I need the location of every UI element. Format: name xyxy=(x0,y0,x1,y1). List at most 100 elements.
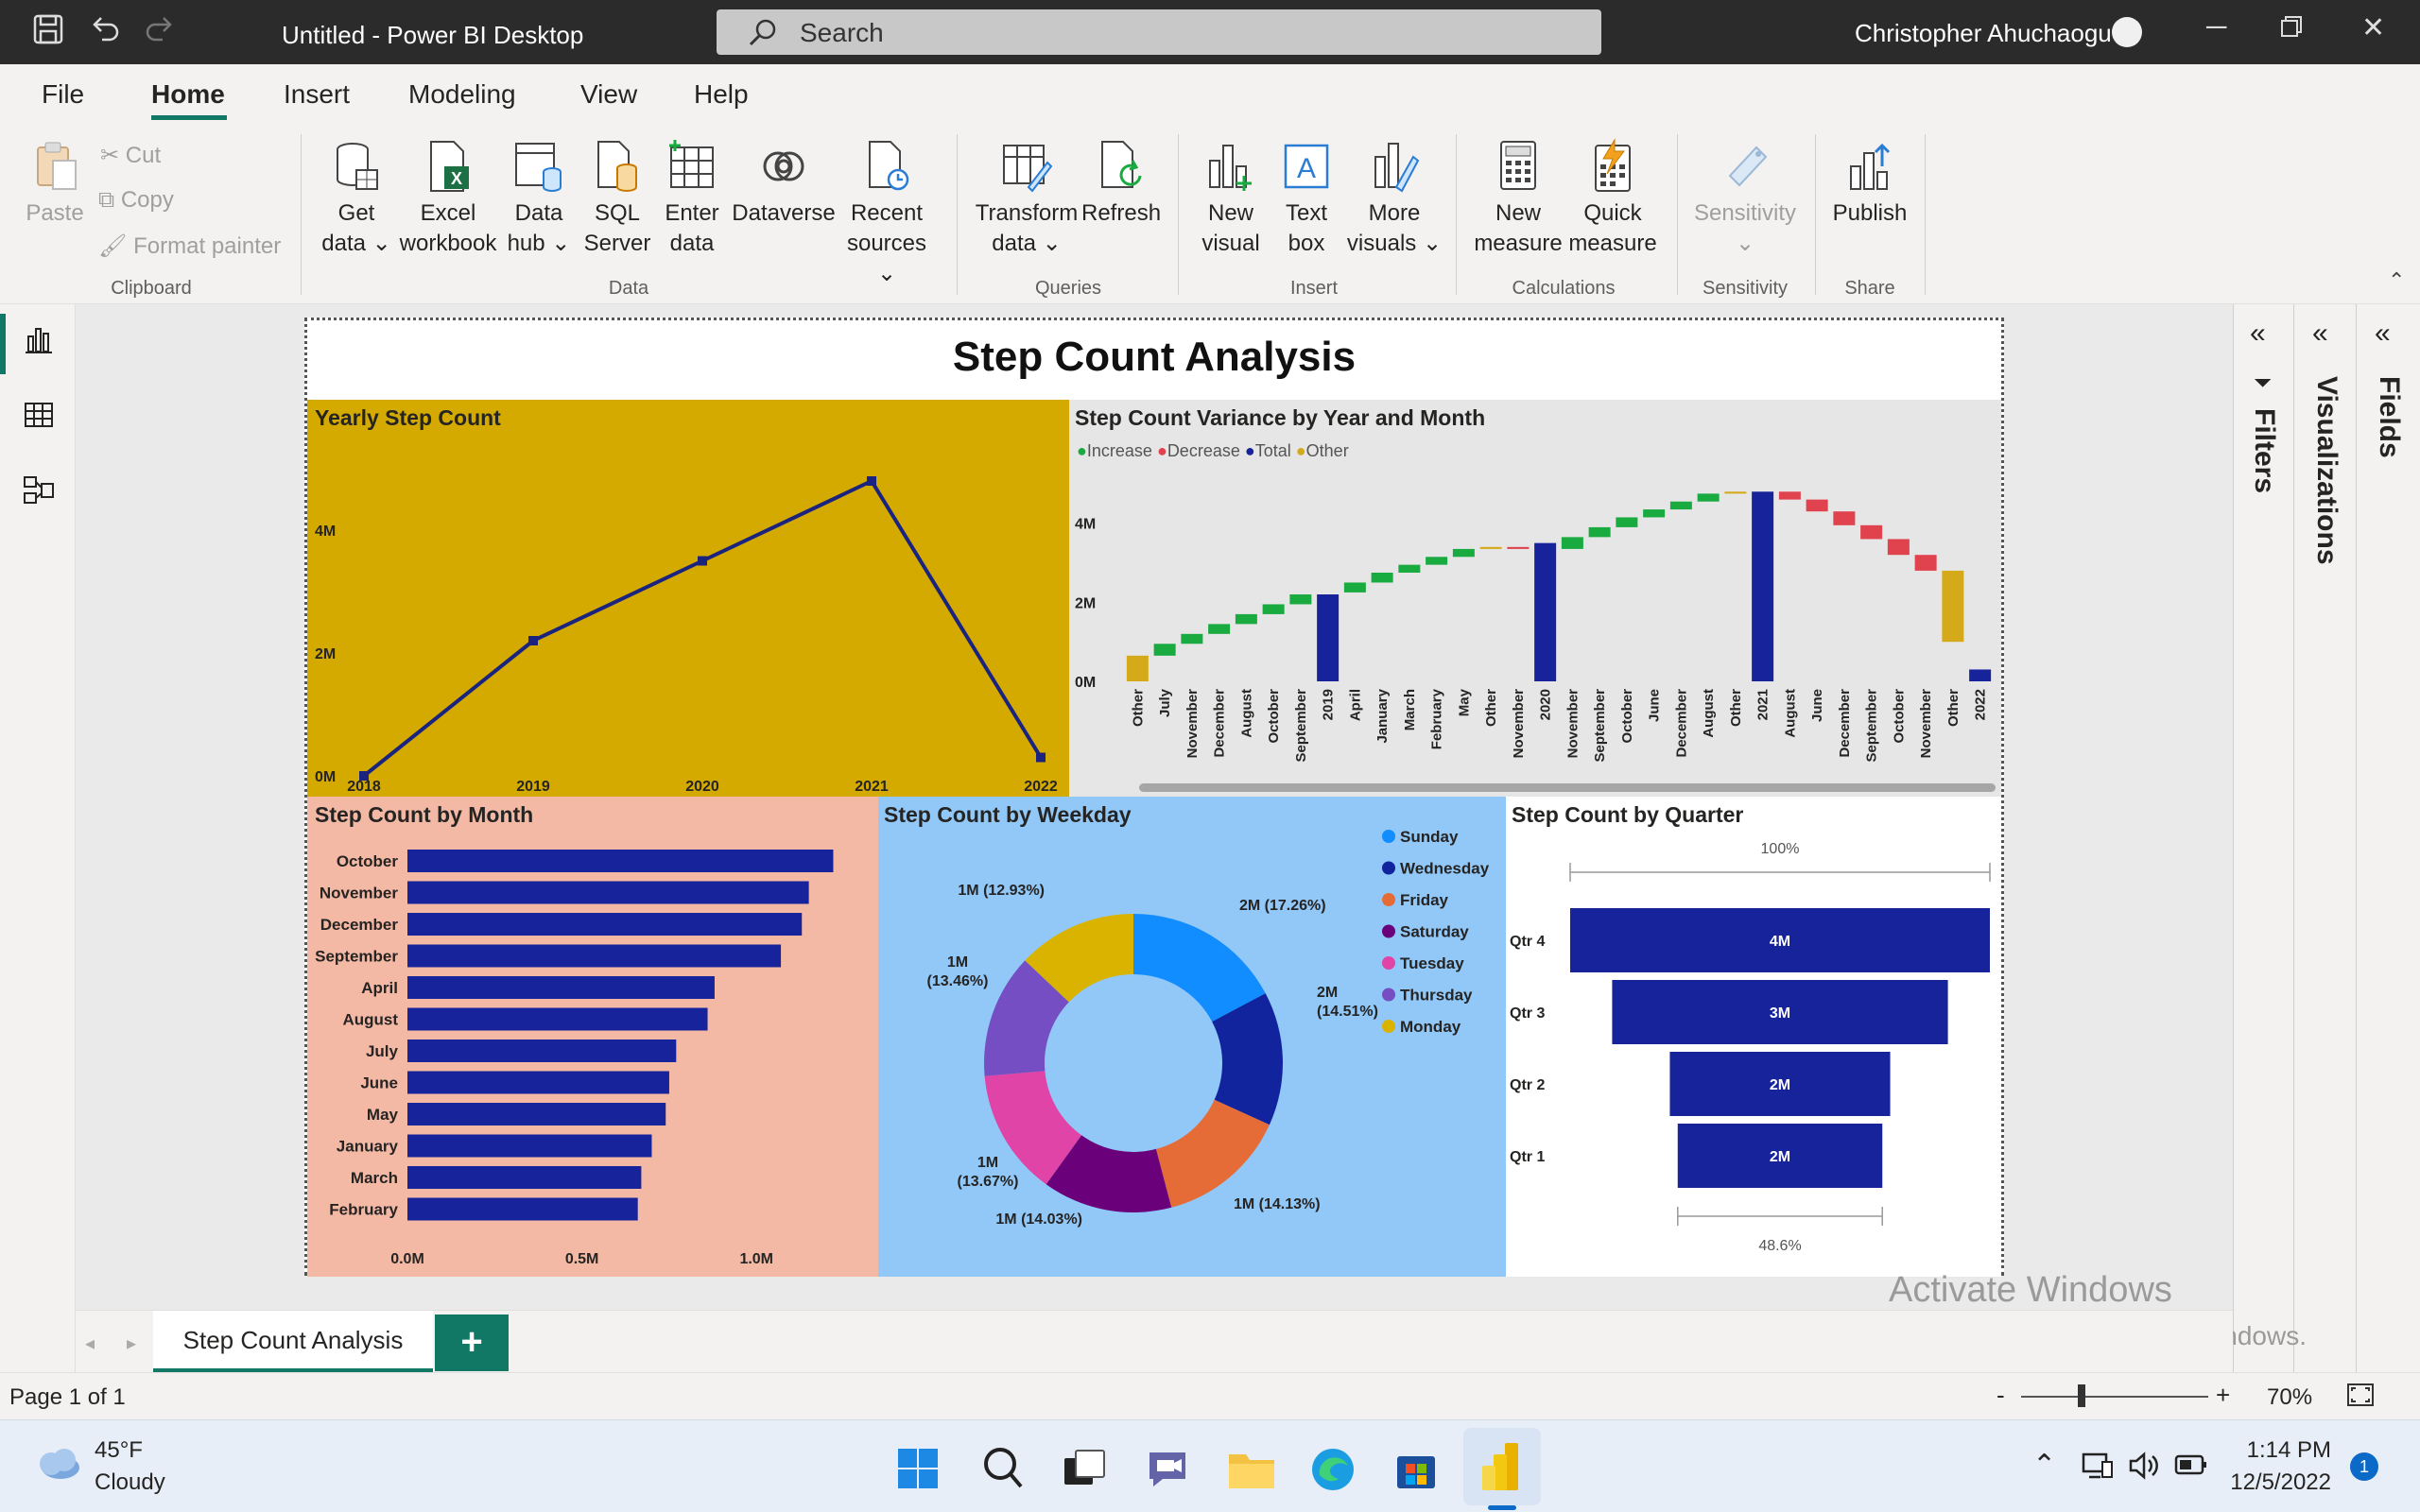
get-data-button[interactable]: Get data ⌄ xyxy=(316,138,397,259)
zoom-level[interactable]: 70% xyxy=(2267,1384,2312,1411)
avatar[interactable] xyxy=(2112,17,2142,47)
group-clipboard: Clipboard xyxy=(111,278,192,299)
y-category-label: April xyxy=(361,979,398,997)
legend-dot-icon xyxy=(1382,830,1395,843)
scroll-left-icon[interactable]: ◂ xyxy=(85,1332,95,1355)
quick-measure-label-2: measure xyxy=(1568,231,1657,256)
collapse-ribbon-icon[interactable]: ⌃ xyxy=(2388,268,2405,293)
search-box[interactable]: Search xyxy=(717,9,1601,55)
power-bi-icon[interactable] xyxy=(1480,1441,1524,1497)
zoom-in-icon[interactable]: + xyxy=(2216,1381,2230,1410)
horizontal-scrollbar[interactable] xyxy=(1139,783,1996,792)
sql-server-button[interactable]: SQL Server xyxy=(579,138,656,259)
waterfall-bar xyxy=(1833,511,1856,525)
microsoft-store-icon[interactable] xyxy=(1393,1447,1439,1497)
search-icon[interactable] xyxy=(981,1445,1025,1497)
step-count-by-weekday-visual[interactable]: Step Count by Weekday 2M (17.26%) 2M (14.5… xyxy=(878,797,1506,1277)
network-icon[interactable] xyxy=(2080,1449,2114,1487)
quick-measure-button[interactable]: Quick measure xyxy=(1567,138,1658,259)
expand-visualizations-icon[interactable]: « xyxy=(2312,318,2328,350)
waterfall-bar xyxy=(1860,524,1883,540)
refresh-button[interactable]: Refresh xyxy=(1081,138,1161,229)
cut-button[interactable]: ✂ Cut xyxy=(100,142,161,169)
publish-button[interactable]: Publish xyxy=(1824,138,1915,229)
recent-sources-button[interactable]: Recent sources ⌄ xyxy=(838,138,936,289)
transform-data-button[interactable]: Transform data ⌄ xyxy=(970,138,1083,259)
scroll-right-icon[interactable]: ▸ xyxy=(127,1332,136,1355)
page-tab-label: Step Count Analysis xyxy=(182,1326,404,1354)
x-tick-label: 2022 xyxy=(1973,689,1989,720)
zoom-slider-thumb[interactable] xyxy=(2078,1384,2085,1407)
report-view-icon[interactable] xyxy=(23,323,55,360)
copy-label: Copy xyxy=(120,187,174,213)
filters-pane-label[interactable]: Filters xyxy=(2248,408,2280,493)
undo-icon[interactable] xyxy=(89,13,121,53)
chevron-up-icon[interactable]: ⌃ xyxy=(2032,1449,2056,1482)
data-hub-label-2: hub ⌄ xyxy=(507,231,571,256)
restore-icon[interactable] xyxy=(2278,13,2305,47)
sensitivity-button[interactable]: Sensitivity ⌄ xyxy=(1686,138,1804,259)
data-hub-button[interactable]: Data hub ⌄ xyxy=(501,138,577,259)
volume-icon[interactable] xyxy=(2127,1449,2161,1487)
search-icon xyxy=(747,17,779,56)
page-tab-step-count-analysis[interactable]: Step Count Analysis xyxy=(153,1311,433,1373)
zoom-slider-track[interactable] xyxy=(2021,1396,2208,1398)
file-explorer-icon[interactable] xyxy=(1227,1449,1276,1495)
notification-badge[interactable]: 1 xyxy=(2350,1452,2378,1481)
copy-button[interactable]: ⧉ Copy xyxy=(98,187,174,214)
data-point xyxy=(867,476,876,486)
windows-start-icon[interactable] xyxy=(896,1447,940,1495)
menu-help[interactable]: Help xyxy=(694,79,749,110)
save-icon[interactable] xyxy=(32,13,64,53)
clock-date[interactable]: 12/5/2022 xyxy=(2218,1469,2331,1496)
weather-description[interactable]: Cloudy xyxy=(95,1469,165,1496)
more-visuals-button[interactable]: More visuals ⌄ xyxy=(1342,138,1446,259)
edge-browser-icon[interactable] xyxy=(1310,1447,1356,1497)
menu-view[interactable]: View xyxy=(580,79,637,110)
minimize-icon[interactable]: ─ xyxy=(2206,11,2226,43)
model-view-icon[interactable] xyxy=(23,474,55,511)
battery-icon[interactable] xyxy=(2174,1452,2208,1484)
activation-watermark-title: Activate Windows xyxy=(1889,1270,2172,1310)
group-share: Share xyxy=(1844,278,1895,299)
yearly-step-count-visual[interactable]: Yearly Step Count 0M 2M 4M 2018 2019 2020 2021… xyxy=(307,400,1069,797)
expand-filters-icon[interactable]: « xyxy=(2250,318,2266,350)
redo-icon[interactable] xyxy=(144,13,176,53)
dataverse-button[interactable]: Dataverse xyxy=(730,138,838,229)
waterfall-bar xyxy=(1398,564,1421,573)
close-icon[interactable]: ✕ xyxy=(2361,11,2385,44)
format-painter-button[interactable]: 🖌 Format painter xyxy=(98,232,281,260)
menu-insert[interactable]: Insert xyxy=(284,79,350,110)
menu-modeling[interactable]: Modeling xyxy=(408,79,516,110)
month-bar xyxy=(407,1103,666,1125)
new-measure-button[interactable]: New measure xyxy=(1469,138,1567,259)
zoom-out-icon[interactable]: - xyxy=(1996,1381,2005,1410)
excel-workbook-button[interactable]: X Excel workbook xyxy=(397,138,499,259)
user-name[interactable]: Christopher Ahuchaogu xyxy=(1855,19,2112,48)
data-view-icon[interactable] xyxy=(23,399,55,436)
fields-pane-label[interactable]: Fields xyxy=(2373,376,2405,458)
donut-data-label: (14.51%) xyxy=(1317,1004,1378,1020)
text-box-button[interactable]: A Text box xyxy=(1270,138,1342,259)
step-count-by-quarter-visual[interactable]: Step Count by Quarter 100% 4M Qtr 4 3M Qtr 3… xyxy=(1506,797,2001,1277)
paste-button[interactable]: Paste xyxy=(17,138,93,229)
enter-data-button[interactable]: Enter data xyxy=(656,138,728,259)
menu-home[interactable]: Home xyxy=(151,79,225,110)
funnel-category-label: Qtr 4 xyxy=(1510,934,1545,950)
step-count-variance-visual[interactable]: Step Count Variance by Year and Month ●I… xyxy=(1069,400,2001,797)
weather-temperature[interactable]: 45°F xyxy=(95,1437,143,1464)
new-visual-button[interactable]: New visual xyxy=(1193,138,1269,259)
visualizations-pane-label[interactable]: Visualizations xyxy=(2310,376,2342,565)
y-category-label: November xyxy=(320,885,399,902)
menu-file[interactable]: File xyxy=(42,79,84,110)
step-count-by-month-visual[interactable]: Step Count by Month October November Decem… xyxy=(307,797,878,1277)
data-point xyxy=(1036,752,1046,763)
clock-time[interactable]: 1:14 PM xyxy=(2237,1437,2331,1464)
weather-cloud-icon[interactable] xyxy=(32,1445,83,1487)
expand-fields-icon[interactable]: « xyxy=(2375,318,2391,350)
add-page-button[interactable]: + xyxy=(435,1314,509,1371)
task-view-icon[interactable] xyxy=(1063,1449,1106,1493)
teams-chat-icon[interactable] xyxy=(1144,1447,1191,1495)
x-tick-label: 0.0M xyxy=(390,1251,424,1267)
fit-to-page-icon[interactable] xyxy=(2346,1383,2375,1414)
